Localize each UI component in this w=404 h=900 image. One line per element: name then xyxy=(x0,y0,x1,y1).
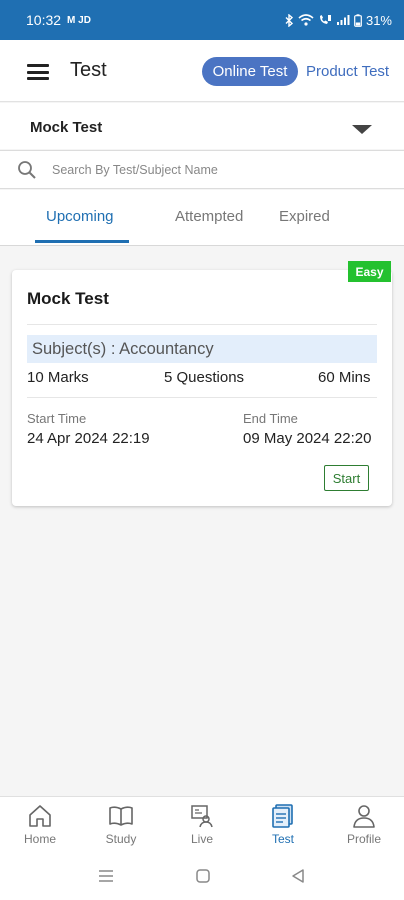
nav-label-profile: Profile xyxy=(346,832,381,846)
difficulty-badge: Easy xyxy=(348,261,391,282)
test-icon xyxy=(272,804,293,828)
search-icon xyxy=(18,161,36,179)
start-button[interactable]: Start xyxy=(324,465,369,491)
recent-apps-icon[interactable] xyxy=(98,868,114,884)
tab-expired[interactable]: Expired xyxy=(279,208,330,225)
subject-label: Subject(s) : Accountancy xyxy=(27,335,377,363)
active-tab-indicator xyxy=(35,240,129,243)
page-title: Test xyxy=(70,59,107,81)
duration-value: 60 Mins xyxy=(318,369,371,386)
battery-icon xyxy=(354,13,362,27)
nav-item-test[interactable]: Test xyxy=(243,797,323,859)
book-icon xyxy=(109,806,133,826)
signal-icon xyxy=(336,15,350,25)
wifi-icon xyxy=(298,14,314,26)
nav-item-home[interactable]: Home xyxy=(0,797,80,859)
start-time-label: Start Time xyxy=(27,411,87,426)
nav-label-live: Live xyxy=(190,832,213,846)
online-test-toggle[interactable]: Online Test xyxy=(202,57,298,86)
home-button-icon[interactable] xyxy=(195,868,211,884)
status-right: 31% xyxy=(285,13,392,28)
battery-percent: 31% xyxy=(365,12,392,28)
marks-value: 10 Marks xyxy=(27,369,89,386)
dropdown-caret-icon xyxy=(352,125,372,134)
end-time-label: End Time xyxy=(243,411,298,426)
app-bar: Test Online Test Product Test xyxy=(0,40,404,102)
live-icon xyxy=(191,805,213,828)
divider xyxy=(27,397,377,398)
status-bar: 10:32 M JD 31% xyxy=(0,0,404,40)
questions-value: 5 Questions xyxy=(164,369,245,386)
notification-icons: M JD xyxy=(67,14,91,26)
bottom-nav: Home Study Live Test Profile xyxy=(0,796,404,858)
search-input[interactable] xyxy=(52,157,382,183)
tab-attempted[interactable]: Attempted xyxy=(175,208,243,225)
nav-label-study: Study xyxy=(105,832,137,846)
status-left: 10:32 M JD xyxy=(26,12,91,28)
profile-icon xyxy=(353,805,375,828)
nav-label-test: Test xyxy=(271,832,294,846)
search-bar xyxy=(0,150,404,189)
nav-label-home: Home xyxy=(23,832,56,846)
hamburger-menu-icon[interactable] xyxy=(27,64,49,80)
product-test-toggle[interactable]: Product Test xyxy=(306,57,389,86)
test-card[interactable]: Easy Mock Test Subject(s) : Accountancy … xyxy=(12,261,392,506)
home-icon xyxy=(29,805,51,827)
back-icon[interactable] xyxy=(290,868,306,884)
start-time-value: 24 Apr 2024 22:19 xyxy=(27,430,150,447)
status-time: 10:32 xyxy=(26,12,62,28)
test-title: Mock Test xyxy=(27,289,109,308)
system-nav-bar xyxy=(0,858,404,900)
bluetooth-icon xyxy=(285,13,294,27)
nav-item-study[interactable]: Study xyxy=(81,797,161,859)
divider xyxy=(27,324,377,325)
end-time-value: 09 May 2024 22:20 xyxy=(243,430,372,447)
call-icon xyxy=(319,15,331,24)
test-tabs: Upcoming Attempted Expired xyxy=(0,190,404,246)
nav-item-live[interactable]: Live xyxy=(162,797,242,859)
test-type-value: Mock Test xyxy=(30,119,103,136)
nav-item-profile[interactable]: Profile xyxy=(324,797,404,859)
tab-upcoming[interactable]: Upcoming xyxy=(46,208,114,225)
test-type-dropdown[interactable]: Mock Test xyxy=(0,103,404,149)
